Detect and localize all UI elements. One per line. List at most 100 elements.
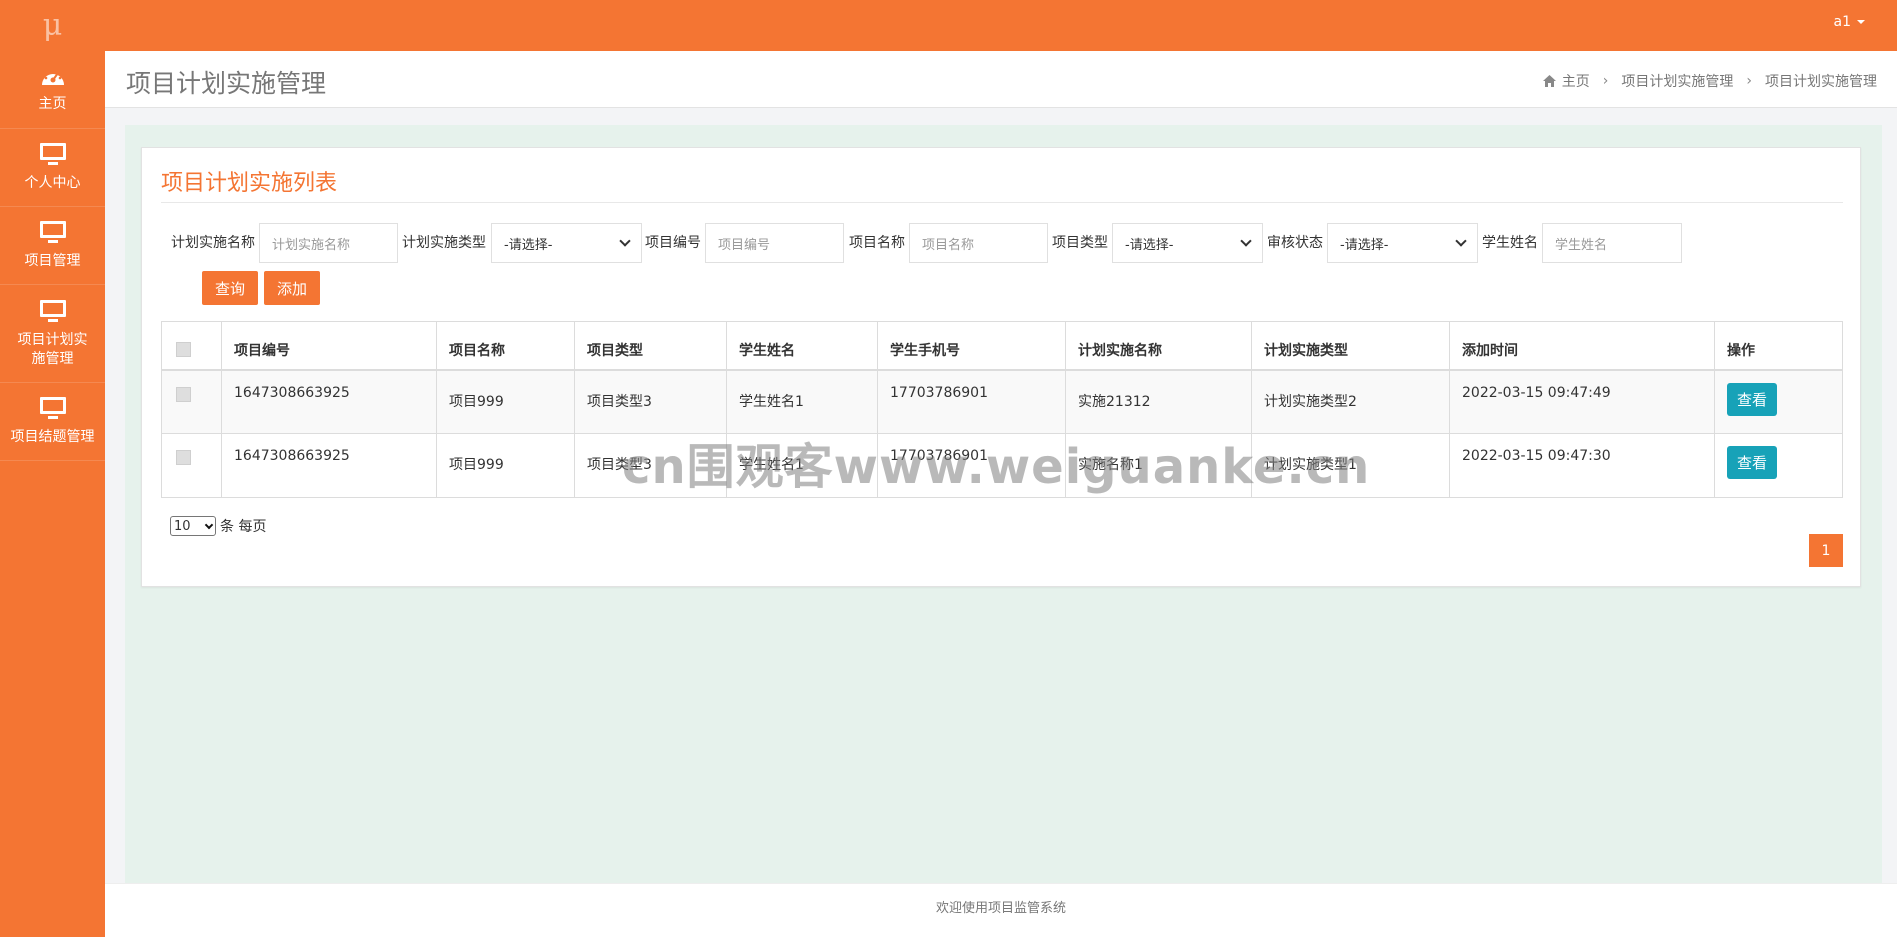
add-button[interactable]: 添加 [264,271,320,305]
cell-project-type: 项目类型3 [575,371,727,433]
monitor-icon [39,221,66,243]
divider [161,202,1843,203]
caret-down-icon [1857,20,1865,24]
review-status-label: 审核状态 [1267,235,1323,251]
cell-plan-type: 计划实施类型2 [1252,371,1450,433]
monitor-icon [39,397,66,419]
header-cell: 项目编号 [222,322,437,369]
review-status-select[interactable]: -请选择- [1327,223,1478,263]
chevron-right-icon: › [1746,73,1752,89]
sidebar-item-label: 主页 [38,96,67,112]
page-title: 项目计划实施管理 [126,69,327,98]
header-cell: 学生姓名 [727,322,878,369]
sidebar-item-plan-implementation[interactable]: 项目计划实施管理 [0,285,105,383]
breadcrumb: 主页 › 项目计划实施管理 › 项目计划实施管理 [1542,71,1877,91]
breadcrumb-current: 项目计划实施管理 [1765,74,1877,90]
row-checkbox[interactable] [176,450,191,465]
cell-action: 查看 [1715,371,1842,433]
sidebar-item-home[interactable]: 主页 [0,51,105,129]
placeholder: 项目名称 [922,237,975,253]
select-all-cell [162,322,222,369]
header-cell: 添加时间 [1450,322,1715,369]
query-button[interactable]: 查询 [202,271,258,305]
chevron-right-icon: › [1602,73,1609,89]
placeholder: 学生姓名 [1555,237,1608,253]
sidebar-item-conclusion-management[interactable]: 项目结题管理 [0,383,105,461]
per-page-text: 条 每页 [220,519,267,535]
project-no-input[interactable]: 项目编号 [705,223,844,263]
chevron-down-icon [1455,235,1467,247]
table-header-row: 项目编号 项目名称 项目类型 学生姓名 学生手机号 计划实施名称 计划实施类型 … [162,322,1842,371]
user-name: a1 [1833,14,1852,30]
logo: μ [42,8,63,43]
sidebar: 主页 个人中心 项目管理 项目计划实施管理 项目结题管理 [0,51,105,937]
row-select-cell [162,371,222,433]
plan-type-select[interactable]: -请选择- [491,223,642,263]
view-button[interactable]: 查看 [1727,446,1777,479]
list-panel: 项目计划实施列表 计划实施名称 计划实施名称 计划实施类型 -请选择- 项目编号… [141,147,1861,587]
breadcrumb-home[interactable]: 主页 [1562,71,1590,91]
sidebar-item-label: 项目管理 [24,253,81,269]
plan-name-input[interactable]: 计划实施名称 [259,223,398,263]
student-name-input[interactable]: 学生姓名 [1542,223,1682,263]
page-header: 项目计划实施管理 主页 › 项目计划实施管理 › 项目计划实施管理 [105,51,1897,108]
page-number-button[interactable]: 1 [1809,534,1843,567]
header-cell: 操作 [1727,343,1755,359]
plan-type-label: 计划实施类型 [402,235,486,251]
project-type-select[interactable]: -请选择- [1112,223,1263,263]
page-size-select[interactable]: 10 [170,516,216,536]
cell-add-time: 2022-03-15 09:47:49 [1450,371,1715,433]
cell-student-phone: 17703786901 [878,371,1066,433]
project-no-label: 项目编号 [645,235,701,251]
home-icon [1542,75,1556,87]
watermark: cn围观客www.weiguanke.cn [622,439,1371,495]
select-value: -请选择- [1125,237,1174,253]
user-menu[interactable]: a1 [1833,14,1865,30]
placeholder: 计划实施名称 [272,237,351,253]
cell-action: 查看 [1715,434,1842,497]
cell-add-time: 2022-03-15 09:47:30 [1450,434,1715,497]
sidebar-item-label: 个人中心 [24,175,81,191]
cell-project-no: 1647308663925 [222,434,437,497]
plan-name-label: 计划实施名称 [171,235,255,251]
filter-bar: 计划实施名称 计划实施名称 计划实施类型 -请选择- 项目编号 项目编号 项目名… [142,220,1862,263]
header-cell: 项目类型 [575,322,727,369]
panel-title: 项目计划实施列表 [161,171,338,196]
select-value: -请选择- [504,237,553,253]
cell-project-name: 项目999 [437,371,575,433]
chevron-down-icon [1240,235,1252,247]
table-row: 1647308663925 项目999 项目类型3 学生姓名1 17703786… [162,371,1842,434]
project-type-label: 项目类型 [1052,235,1108,251]
chevron-down-icon [619,235,631,247]
row-checkbox[interactable] [176,387,191,402]
placeholder: 项目编号 [718,237,771,253]
page-size-control: 10 条 每页 [170,516,266,536]
header-cell: 计划实施名称 [1066,322,1252,369]
sidebar-item-label: 项目计划实施管理 [17,331,88,367]
header-cell: 学生手机号 [878,322,1066,369]
header-cell: 项目名称 [437,322,575,369]
dashboard-icon [41,69,64,85]
chevron-down-icon [204,520,214,529]
monitor-icon [39,299,66,322]
header-cell: 计划实施类型 [1252,322,1450,369]
cell-project-no: 1647308663925 [222,371,437,433]
select-value: 10 [174,518,191,534]
breadcrumb-item[interactable]: 项目计划实施管理 [1621,71,1733,91]
cell-project-name: 项目999 [437,434,575,497]
cell-plan-name: 实施21312 [1066,371,1252,433]
top-bar: μ a1 [0,0,1897,51]
project-name-input[interactable]: 项目名称 [909,223,1048,263]
view-button[interactable]: 查看 [1727,383,1777,416]
sidebar-item-project-management[interactable]: 项目管理 [0,207,105,285]
footer: 欢迎使用项目监管系统 [105,883,1897,937]
monitor-icon [39,143,66,165]
project-name-label: 项目名称 [849,235,905,251]
select-all-checkbox[interactable] [176,342,191,357]
row-select-cell [162,434,222,497]
sidebar-item-label: 项目结题管理 [10,429,95,445]
sidebar-item-personal-center[interactable]: 个人中心 [0,129,105,207]
cell-student-name: 学生姓名1 [727,371,878,433]
student-name-label: 学生姓名 [1482,235,1538,251]
select-value: -请选择- [1340,237,1389,253]
